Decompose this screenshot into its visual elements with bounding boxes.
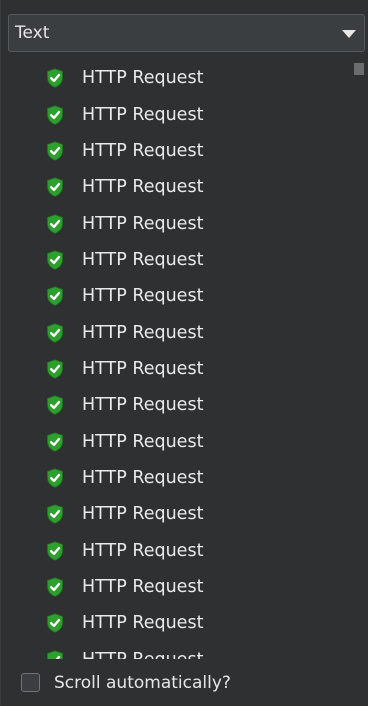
sampler-results-list[interactable]: HTTP Request HTTP Request HTTP Request H… — [8, 58, 365, 659]
vertical-scrollbar-thumb[interactable] — [354, 63, 364, 75]
shield-check-icon — [47, 177, 63, 198]
shield-check-icon — [47, 613, 63, 634]
list-item-label: HTTP Request — [82, 177, 204, 198]
shield-check-icon — [47, 141, 63, 161]
list-item[interactable]: HTTP Request — [46, 460, 203, 496]
list-item[interactable]: HTTP Request — [46, 60, 203, 96]
list-item-label: HTTP Request — [82, 213, 204, 234]
list-item-label: HTTP Request — [82, 68, 204, 89]
list-item[interactable]: HTTP Request — [46, 278, 203, 314]
list-item-label: HTTP Request — [82, 650, 203, 659]
shield-check-icon — [47, 468, 63, 488]
list-item[interactable]: HTTP Request — [46, 605, 203, 641]
list-item[interactable]: HTTP Request — [46, 169, 203, 205]
sampler-results-items: HTTP Request HTTP Request HTTP Request H… — [46, 60, 203, 659]
shield-check-icon — [47, 577, 63, 597]
list-item-label: HTTP Request — [82, 104, 204, 125]
list-item-label: HTTP Request — [82, 140, 204, 161]
auto-scroll-checkbox[interactable] — [21, 673, 40, 692]
list-item-label: HTTP Request — [82, 504, 204, 525]
list-item[interactable]: HTTP Request — [46, 532, 203, 568]
list-item[interactable]: HTTP Request — [46, 133, 203, 169]
list-item-label: HTTP Request — [82, 613, 204, 634]
list-footer: Scroll automatically? — [1, 659, 368, 706]
list-item-label: HTTP Request — [82, 467, 204, 488]
shield-check-icon — [47, 359, 63, 379]
list-item[interactable]: HTTP Request — [46, 314, 203, 350]
view-mode-dropdown[interactable]: Text — [8, 14, 365, 52]
list-item-label: HTTP Request — [82, 322, 204, 343]
list-item[interactable]: HTTP Request — [46, 205, 203, 241]
shield-check-icon — [47, 650, 63, 659]
list-item[interactable]: HTTP Request — [46, 242, 203, 278]
list-item[interactable]: HTTP Request — [46, 96, 203, 132]
list-item-label: HTTP Request — [82, 249, 204, 270]
list-item-label: HTTP Request — [82, 286, 204, 307]
auto-scroll-label[interactable]: Scroll automatically? — [54, 673, 231, 693]
view-mode-selected-value: Text — [15, 23, 50, 43]
chevron-down-icon[interactable] — [342, 30, 356, 38]
list-item[interactable]: HTTP Request — [46, 496, 203, 532]
shield-check-icon — [47, 250, 63, 270]
shield-check-icon — [47, 322, 63, 343]
shield-check-icon — [47, 541, 63, 561]
list-item-label: HTTP Request — [82, 540, 204, 561]
shield-check-icon — [47, 431, 63, 452]
shield-check-icon — [47, 104, 63, 125]
list-item-label: HTTP Request — [82, 576, 204, 597]
shield-check-icon — [47, 286, 63, 307]
shield-check-icon — [47, 504, 63, 525]
list-item[interactable]: HTTP Request — [46, 423, 203, 459]
list-item[interactable]: HTTP Request — [46, 642, 203, 659]
shield-check-icon — [47, 395, 63, 416]
list-item-label: HTTP Request — [82, 395, 204, 416]
list-item[interactable]: HTTP Request — [46, 387, 203, 423]
shield-check-icon — [47, 68, 63, 89]
list-item-label: HTTP Request — [82, 358, 204, 379]
list-item-label: HTTP Request — [82, 431, 204, 452]
list-item[interactable]: HTTP Request — [46, 351, 203, 387]
shield-check-icon — [47, 213, 63, 234]
results-panel: Text HTTP Request HTTP Request HTTP Requ… — [0, 0, 368, 706]
list-item[interactable]: HTTP Request — [46, 569, 203, 605]
